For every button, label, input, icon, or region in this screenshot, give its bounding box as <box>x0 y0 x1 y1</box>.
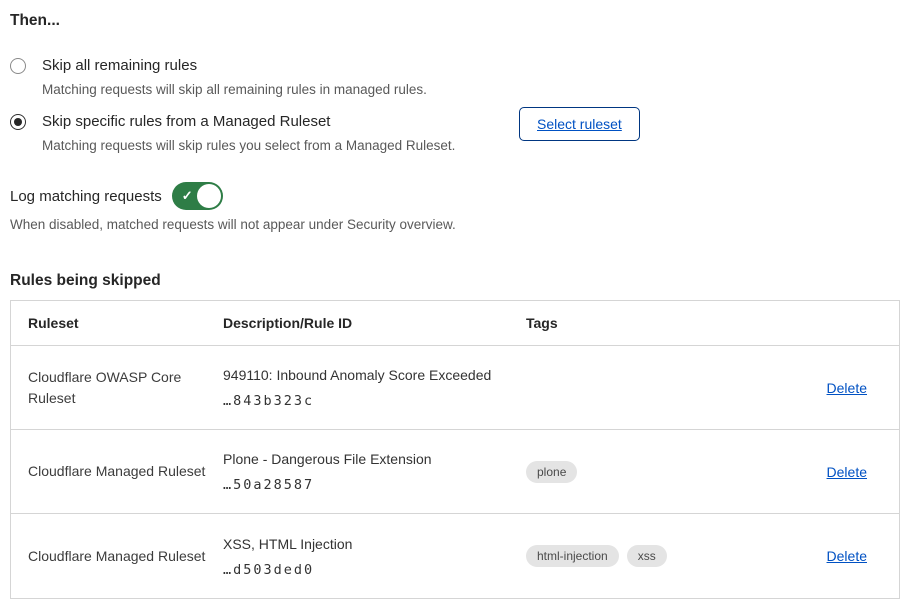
log-toggle[interactable]: ✓ <box>172 182 223 210</box>
table-row: Cloudflare Managed RulesetXSS, HTML Inje… <box>11 514 899 598</box>
rules-skipped-heading: Rules being skipped <box>10 272 901 290</box>
radio-option-skip-all[interactable]: Skip all remaining rules Matching reques… <box>10 56 901 98</box>
rule-tags: plone <box>526 461 789 483</box>
actions-cell: Delete <box>789 380 899 396</box>
radio-option-skip-specific[interactable]: Skip specific rules from a Managed Rules… <box>10 112 901 154</box>
rule-id: …d503ded0 <box>223 562 510 578</box>
rules-table: Ruleset Description/Rule ID Tags Cloudfl… <box>10 300 900 599</box>
option-label: Skip all remaining rules <box>42 56 427 76</box>
select-ruleset-button[interactable]: Select ruleset <box>519 107 640 141</box>
rule-description: XSS, HTML Injection <box>223 535 510 553</box>
table-body: Cloudflare OWASP Core Ruleset949110: Inb… <box>11 346 899 598</box>
rule-id: …843b323c <box>223 393 510 409</box>
then-heading: Then... <box>10 12 901 30</box>
rule-tags: html-injection xss <box>526 545 789 567</box>
rule-description-cell: XSS, HTML Injection …d503ded0 <box>223 535 526 578</box>
check-icon: ✓ <box>182 189 193 202</box>
rule-description: Plone - Dangerous File Extension <box>223 450 510 468</box>
column-header-tags: Tags <box>526 315 789 331</box>
ruleset-name: Cloudflare OWASP Core Ruleset <box>11 367 223 409</box>
option-text: Skip specific rules from a Managed Rules… <box>42 112 455 154</box>
option-label: Skip specific rules from a Managed Rules… <box>42 112 455 132</box>
log-description: When disabled, matched requests will not… <box>10 217 901 232</box>
toggle-knob <box>197 184 221 208</box>
actions-cell: Delete <box>789 464 899 480</box>
delete-link[interactable]: Delete <box>827 548 867 564</box>
delete-link[interactable]: Delete <box>827 380 867 396</box>
ruleset-name: Cloudflare Managed Ruleset <box>11 546 223 567</box>
tag-pill: html-injection <box>526 545 619 567</box>
tag-pill: plone <box>526 461 577 483</box>
rule-description-cell: 949110: Inbound Anomaly Score Exceeded …8… <box>223 366 526 409</box>
actions-cell: Delete <box>789 548 899 564</box>
page: Then... Skip all remaining rules Matchin… <box>0 0 911 599</box>
option-description: Matching requests will skip rules you se… <box>42 137 455 154</box>
radio-button-icon[interactable] <box>10 114 26 130</box>
delete-link[interactable]: Delete <box>827 464 867 480</box>
column-header-description: Description/Rule ID <box>223 315 526 331</box>
log-matching-label: Log matching requests <box>10 188 162 205</box>
table-row: Cloudflare OWASP Core Ruleset949110: Inb… <box>11 346 899 430</box>
radio-button-icon[interactable] <box>10 58 26 74</box>
log-matching-row: Log matching requests ✓ <box>10 182 901 210</box>
tag-pill: xss <box>627 545 667 567</box>
table-header: Ruleset Description/Rule ID Tags <box>11 301 899 346</box>
rule-id: …50a28587 <box>223 477 510 493</box>
column-header-ruleset: Ruleset <box>11 313 223 334</box>
rule-description-cell: Plone - Dangerous File Extension …50a2858… <box>223 450 526 493</box>
ruleset-name: Cloudflare Managed Ruleset <box>11 461 223 482</box>
option-text: Skip all remaining rules Matching reques… <box>42 56 427 98</box>
table-row: Cloudflare Managed RulesetPlone - Danger… <box>11 430 899 514</box>
option-description: Matching requests will skip all remainin… <box>42 81 427 98</box>
rule-description: 949110: Inbound Anomaly Score Exceeded <box>223 366 510 384</box>
